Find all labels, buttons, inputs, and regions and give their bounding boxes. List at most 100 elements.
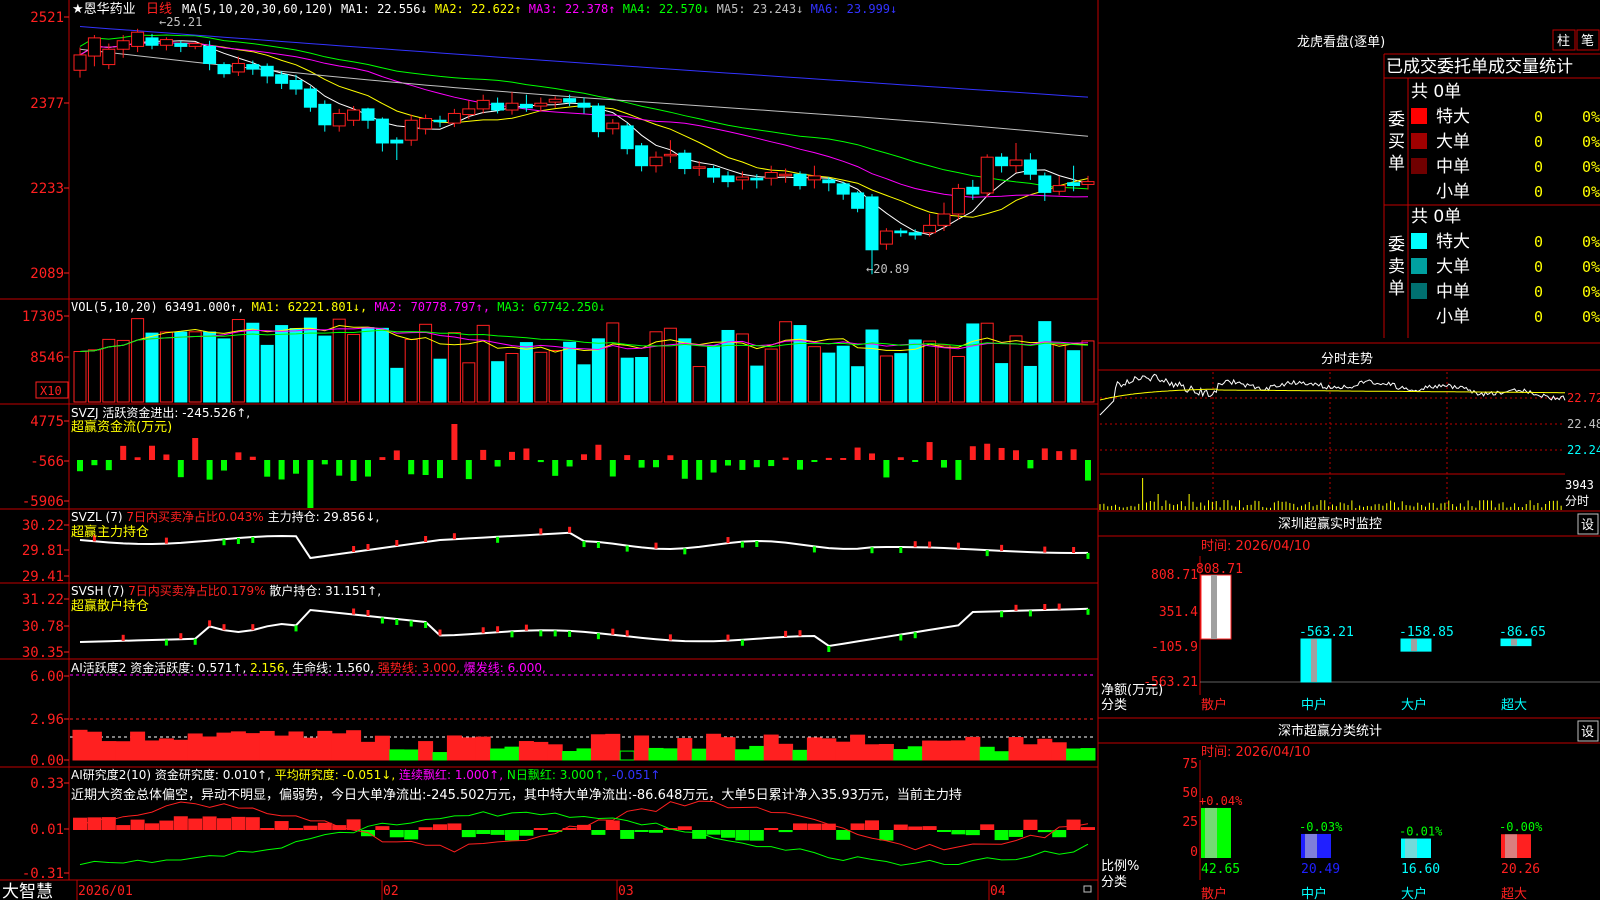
activity-bar	[533, 741, 549, 761]
fund-flow-bar	[725, 460, 731, 466]
candle-body	[980, 156, 994, 194]
fund-flow-bar	[811, 460, 818, 462]
candle-body	[563, 98, 577, 103]
activity-bar	[230, 731, 246, 761]
position-tick	[121, 634, 125, 641]
volume-bar	[779, 321, 793, 403]
order-percent: 0%	[1582, 158, 1600, 176]
position-tick	[395, 540, 399, 546]
candle-body	[390, 139, 404, 144]
position-tick	[1086, 608, 1090, 615]
activity-bar	[590, 734, 606, 761]
fund-flow-bar	[537, 460, 544, 463]
volume-bar	[1023, 365, 1037, 403]
fund-flow-bar	[408, 460, 415, 475]
tab-orders[interactable]: 委托单	[1437, 57, 1488, 77]
intraday-tick: 22.24	[1567, 443, 1600, 457]
legend-item: MA4: 22.570↓	[623, 2, 717, 16]
order-size-label: 中单	[1436, 282, 1470, 302]
monitor-category: 中户	[1301, 697, 1327, 713]
position-tick	[654, 542, 658, 549]
legend-item: 7日内买卖净占比0.043%	[126, 509, 267, 524]
axis-tick-label: 30.22	[22, 518, 64, 534]
fund-flow-bar	[177, 460, 184, 478]
candle-body	[246, 64, 260, 70]
activity-bar	[994, 751, 1010, 761]
position-tick	[424, 536, 428, 542]
side-label-char: 单	[1388, 154, 1405, 174]
candle-body	[375, 118, 389, 144]
position-tick	[740, 541, 744, 548]
activity-bar	[850, 734, 866, 761]
tab-volume-stats[interactable]: 成交量统计	[1488, 57, 1573, 77]
volume-bar	[491, 361, 505, 403]
fund-flow-bar	[293, 460, 299, 474]
activity-bar	[490, 748, 506, 761]
axis-tick-label: 8546	[30, 350, 64, 366]
fund-flow-bar	[379, 457, 386, 460]
research-bar	[1066, 819, 1081, 830]
research-bar	[519, 830, 534, 836]
activity-bar	[86, 731, 102, 761]
position-tick	[913, 632, 917, 639]
research-bar	[605, 820, 620, 830]
order-percent: 0%	[1582, 233, 1600, 251]
legend-item: MA1: 22.556↓	[341, 2, 435, 16]
monitor-value: -158.85	[1399, 625, 1454, 640]
candle-body	[923, 224, 937, 234]
legend-item: -0.051↑	[612, 768, 661, 782]
date-tick: 03	[618, 884, 634, 899]
research-bar	[735, 830, 750, 841]
activity-bar	[144, 740, 160, 761]
activity-bar	[965, 736, 981, 761]
date-tick: 02	[383, 884, 399, 899]
position-tick	[683, 548, 687, 555]
monitor-tick: 351.4	[1159, 605, 1198, 620]
fund-flow-legend: SVZJ 活跃资金进出: -245.526↑,	[71, 405, 250, 420]
research-bar	[130, 819, 145, 830]
order-count: 0	[1534, 158, 1543, 176]
research-bar	[721, 830, 735, 838]
candle-body	[534, 102, 548, 107]
legend-item: MA6: 23.999↓	[811, 2, 898, 16]
position-tick	[496, 536, 500, 543]
research-bar	[303, 825, 318, 830]
candle-body	[519, 103, 533, 109]
fund-flow-title: 超赢资金流(万元)	[71, 419, 172, 435]
stock-title[interactable]: ★恩华药业	[72, 2, 136, 17]
position-tick	[956, 542, 960, 549]
tab-filled[interactable]: 已成交	[1386, 57, 1437, 77]
research-bar	[217, 818, 231, 830]
position-tick	[164, 639, 168, 646]
candle-body	[735, 176, 749, 181]
research-bar	[937, 830, 951, 832]
high-price-label: ←25.21	[159, 15, 202, 29]
monitor-unit: 净额(万元)	[1101, 683, 1163, 698]
side-label-char: 卖	[1388, 257, 1405, 277]
axis-tick-label: 2521	[30, 10, 64, 26]
fund-flow-bar	[480, 449, 487, 460]
position-tick	[366, 610, 370, 616]
fund-flow-bar	[624, 455, 631, 460]
research-bar	[188, 818, 203, 830]
position-tick	[251, 536, 255, 543]
fund-flow-bar	[105, 460, 112, 471]
activity-bar	[130, 731, 146, 761]
fund-flow-bar	[249, 456, 256, 460]
fund-flow-bar	[840, 458, 847, 460]
order-percent: 0%	[1582, 183, 1600, 201]
legend-item: MA5: 23.243↓	[717, 2, 811, 16]
fund-flow-bar	[1070, 449, 1077, 460]
research-bar	[533, 828, 548, 830]
activity-bar	[374, 735, 390, 761]
activity-bar	[403, 749, 419, 761]
volume-bar	[375, 327, 389, 403]
position-tick	[553, 630, 557, 637]
fund-flow-bar	[1056, 451, 1063, 460]
candle-body	[649, 156, 663, 167]
fund-flow-bar	[782, 457, 789, 460]
ai-activity-axis: 6.00 2.96 0.00	[30, 669, 69, 769]
activity-bar	[475, 736, 491, 761]
position-tick	[827, 646, 831, 652]
candle-body	[851, 192, 865, 209]
